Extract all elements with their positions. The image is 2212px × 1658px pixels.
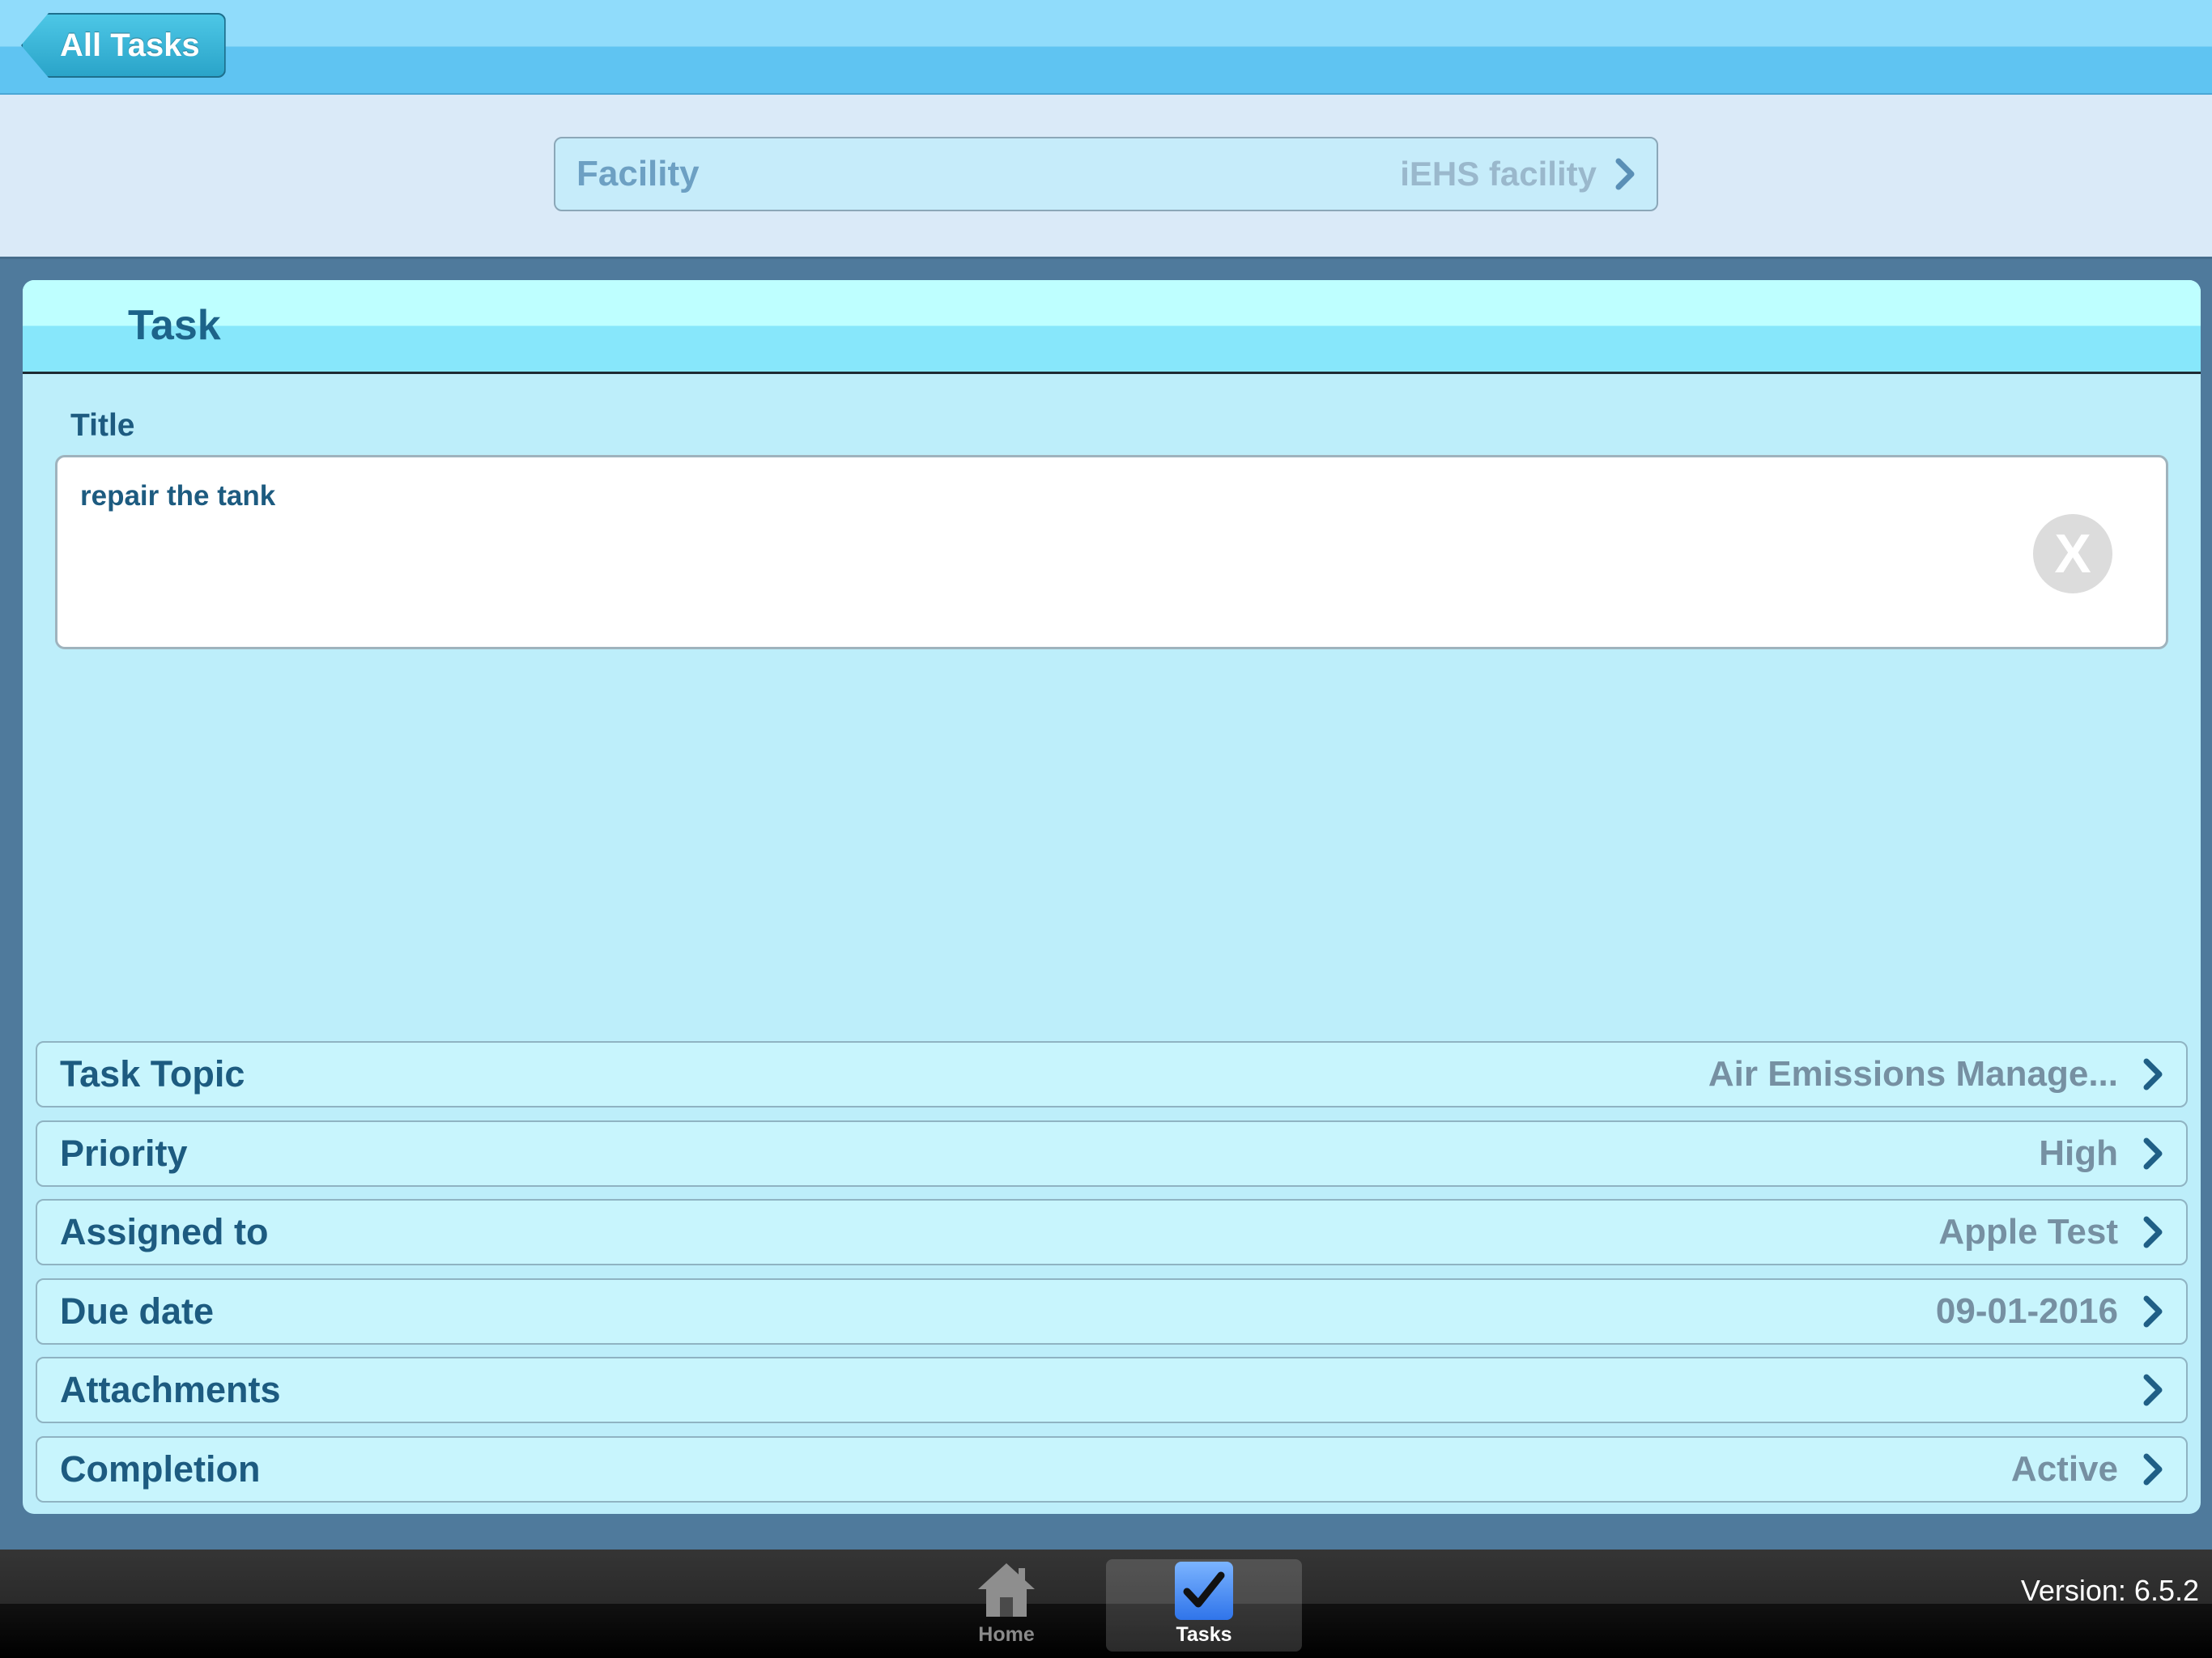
chevron-right-icon [2143,1137,2163,1169]
checkmark-icon [1175,1562,1233,1620]
task-fields-list: Task Topic Air Emissions Manage... Prior… [36,1041,2188,1514]
facility-selector[interactable]: Facility iEHS facility [554,137,1658,211]
tab-tasks[interactable]: Tasks [1106,1559,1302,1652]
field-label: Assigned to [60,1211,269,1252]
home-icon [978,1563,1035,1617]
field-label: Attachments [60,1369,281,1410]
version-label: Version: 6.5.2 [2020,1574,2199,1607]
assigned-to-row[interactable]: Assigned to Apple Test [36,1199,2188,1265]
chevron-right-icon [2143,1058,2163,1090]
due-date-row[interactable]: Due date 09-01-2016 [36,1278,2188,1345]
all-tasks-back-button[interactable]: All Tasks [21,13,226,78]
task-header-title: Task [128,302,221,349]
field-label: Task Topic [60,1053,245,1095]
title-field[interactable]: repair the tank X [55,455,2168,649]
chevron-right-icon [1615,158,1635,190]
tab-bar: Home Tasks Version: 6.5.2 [0,1550,2212,1658]
title-field-value: repair the tank [80,480,276,512]
field-value: Active [2010,1448,2118,1489]
clear-icon[interactable]: X [2033,514,2112,593]
field-value: Apple Test [1938,1212,2118,1252]
tab-home[interactable]: Home [908,1559,1104,1652]
title-label: Title [70,408,135,443]
field-label: Completion [60,1448,261,1490]
field-value: 09-01-2016 [1935,1290,2118,1331]
task-panel: Task Title repair the tank X Task Topic … [23,280,2201,1514]
tab-tasks-label: Tasks [1176,1623,1232,1646]
chevron-right-icon [2143,1374,2163,1406]
facility-value: iEHS facility [1400,155,1597,193]
chevron-right-icon [2143,1216,2163,1248]
attachments-row[interactable]: Attachments [36,1357,2188,1423]
field-label: Due date [60,1290,215,1332]
navigation-bar: All Tasks [0,0,2212,95]
chevron-right-icon [2143,1295,2163,1327]
checkmark-glyph [1183,1571,1225,1608]
field-label: Priority [60,1132,188,1174]
completion-row[interactable]: Completion Active [36,1435,2188,1503]
field-value: Air Emissions Manage... [1708,1054,2118,1094]
chevron-right-icon [2143,1453,2163,1485]
tab-home-label: Home [978,1623,1035,1646]
facility-label: Facility [576,154,700,193]
task-topic-row[interactable]: Task Topic Air Emissions Manage... [36,1041,2188,1107]
facility-section: Facility iEHS facility [0,95,2212,259]
task-header: Task [23,280,2201,374]
field-value: High [2039,1133,2118,1173]
priority-row[interactable]: Priority High [36,1120,2188,1187]
